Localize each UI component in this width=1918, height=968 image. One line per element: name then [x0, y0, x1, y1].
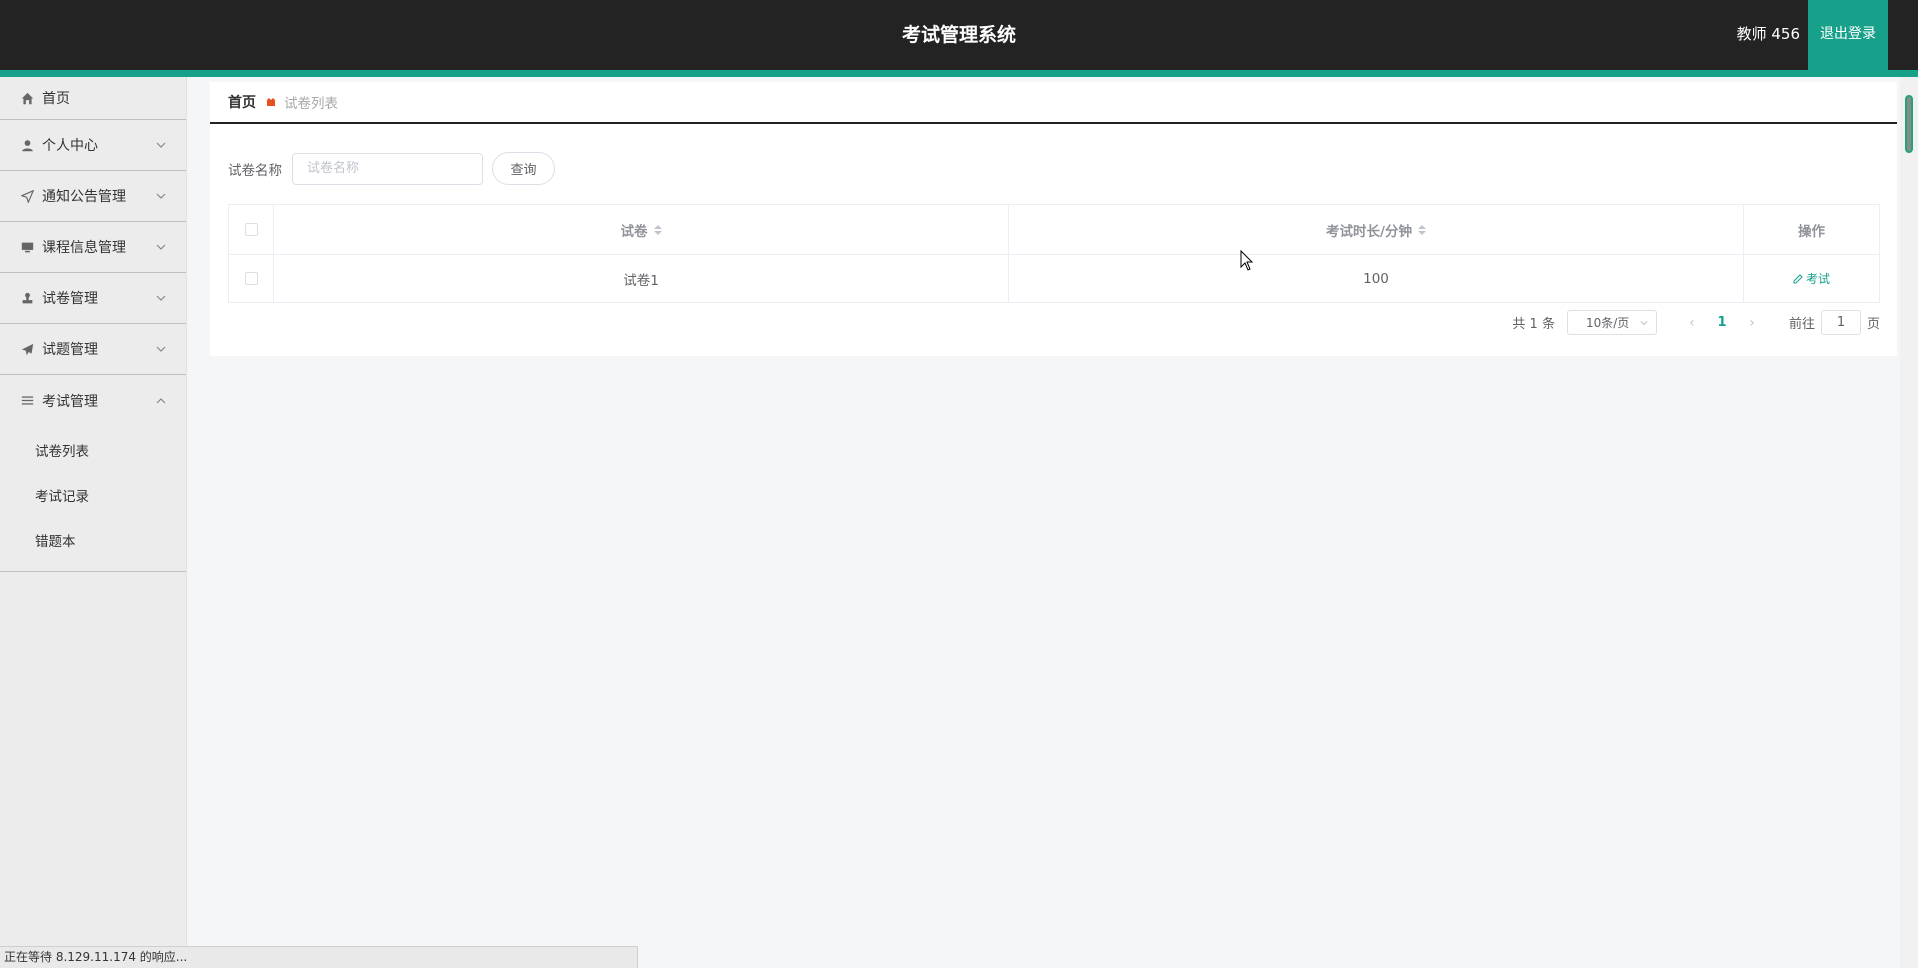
breadcrumb-separator-icon — [267, 98, 275, 106]
home-icon — [20, 91, 34, 105]
stamp-icon — [20, 291, 34, 305]
pagination: 共 1 条 10条/页 ‹ 1 › 前往 页 — [1512, 310, 1880, 335]
page-size-value: 10条/页 — [1585, 316, 1630, 330]
prev-page-button[interactable]: ‹ — [1677, 315, 1707, 331]
breadcrumb: 首页 试卷列表 — [210, 82, 1897, 124]
sidebar-subitem-paper-list[interactable]: 试卷列表 — [0, 430, 186, 475]
sidebar: 首页 个人中心 通知公告管理 课程信息管理 试卷管理 试题管理 考试管理 试卷列… — [0, 77, 187, 968]
sidebar-item-personal-center[interactable]: 个人中心 — [0, 120, 186, 171]
main-content: 首页 试卷列表 试卷名称 查询 试卷 考试时长/分钟 操作 — [210, 82, 1897, 356]
chevron-down-icon — [156, 244, 166, 250]
paper-plane-icon — [20, 342, 34, 356]
take-exam-button[interactable]: 考试 — [1793, 270, 1830, 287]
app-title: 考试管理系统 — [901, 24, 1016, 46]
app-header: 考试管理系统 教师 456 退出登录 — [0, 0, 1918, 70]
page-scrollbar[interactable] — [1900, 77, 1918, 968]
page-number[interactable]: 1 — [1707, 315, 1737, 330]
column-header-label: 考试时长/分钟 — [1326, 223, 1412, 240]
table-row: 试卷1 100 考试 — [229, 255, 1879, 302]
breadcrumb-current: 试卷列表 — [284, 96, 338, 112]
send-icon — [20, 189, 34, 203]
column-header-duration[interactable]: 考试时长/分钟 — [1009, 205, 1744, 254]
sidebar-item-label: 试卷管理 — [42, 291, 98, 307]
chevron-up-icon — [156, 397, 166, 403]
mouse-cursor-icon — [1240, 250, 1254, 271]
header-checkbox-cell — [229, 205, 274, 254]
chevron-down-icon — [156, 193, 166, 199]
sidebar-item-home[interactable]: 首页 — [0, 77, 186, 120]
sidebar-item-exam-management[interactable]: 考试管理 — [0, 375, 186, 426]
chevron-down-icon — [156, 295, 166, 301]
cell-duration: 100 — [1009, 255, 1744, 302]
chevron-down-icon — [156, 142, 166, 148]
paper-table: 试卷 考试时长/分钟 操作 试卷1 100 考试 — [228, 204, 1880, 303]
page-jump-input[interactable] — [1820, 310, 1861, 335]
browser-status-bar: 正在等待 8.129.11.174 的响应... — [0, 946, 638, 968]
pagination-total: 共 1 条 — [1512, 317, 1555, 332]
sidebar-item-label: 个人中心 — [42, 138, 98, 154]
sidebar-item-label: 考试管理 — [42, 393, 98, 410]
row-checkbox-cell — [229, 255, 274, 302]
edit-icon — [1793, 273, 1803, 283]
query-button[interactable]: 查询 — [492, 152, 555, 185]
chevron-down-icon — [156, 346, 166, 352]
jump-label: 前往 — [1788, 317, 1815, 332]
page-size-select[interactable]: 10条/页 — [1566, 310, 1657, 335]
sidebar-item-course-management[interactable]: 课程信息管理 — [0, 222, 186, 273]
breadcrumb-home[interactable]: 首页 — [228, 92, 256, 112]
sort-icon[interactable] — [1417, 224, 1426, 235]
row-checkbox[interactable] — [244, 272, 258, 285]
monitor-icon — [20, 240, 34, 254]
next-page-button[interactable]: › — [1737, 315, 1767, 331]
sidebar-item-label: 课程信息管理 — [42, 240, 126, 256]
menu-icon — [20, 394, 34, 408]
sidebar-item-label: 首页 — [42, 91, 70, 107]
sidebar-item-label: 通知公告管理 — [42, 189, 126, 205]
sort-icon[interactable] — [653, 224, 662, 235]
sidebar-item-label: 试题管理 — [42, 342, 98, 358]
chevron-down-icon — [1640, 321, 1648, 326]
logout-button[interactable]: 退出登录 — [1808, 0, 1888, 70]
sidebar-subitem-exam-records[interactable]: 考试记录 — [0, 475, 186, 520]
take-exam-label: 考试 — [1805, 272, 1830, 286]
search-label: 试卷名称 — [228, 162, 282, 179]
paper-name-search-input[interactable] — [292, 152, 483, 185]
select-all-checkbox[interactable] — [244, 223, 258, 236]
jump-suffix: 页 — [1866, 317, 1880, 332]
header-accent-strip — [0, 70, 1918, 77]
cell-paper-name: 试卷1 — [274, 255, 1009, 302]
search-bar: 试卷名称 查询 — [228, 152, 555, 185]
sidebar-item-paper-management[interactable]: 试卷管理 — [0, 273, 186, 324]
sidebar-subitem-wrong-questions[interactable]: 错题本 — [0, 520, 186, 565]
current-user: 教师 456 — [1736, 25, 1800, 43]
column-header-label: 试卷 — [620, 223, 648, 240]
scrollbar-thumb[interactable] — [1905, 95, 1913, 153]
column-header-label: 操作 — [1798, 223, 1825, 240]
column-header-actions: 操作 — [1744, 205, 1879, 254]
user-icon — [20, 138, 34, 152]
column-header-paper[interactable]: 试卷 — [274, 205, 1009, 254]
table-header-row: 试卷 考试时长/分钟 操作 — [229, 205, 1879, 255]
sidebar-item-question-management[interactable]: 试题管理 — [0, 324, 186, 375]
sidebar-item-notice-management[interactable]: 通知公告管理 — [0, 171, 186, 222]
cell-actions: 考试 — [1744, 255, 1879, 302]
exam-management-submenu: 试卷列表 考试记录 错题本 — [0, 426, 186, 572]
